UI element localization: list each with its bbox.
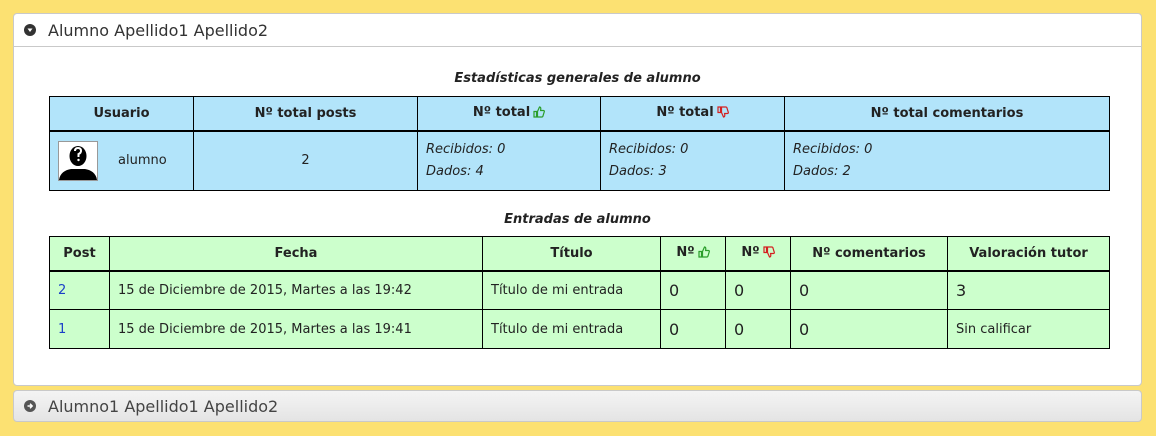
panel-header[interactable]: Alumno1 Apellido1 Apellido2 xyxy=(14,391,1141,421)
stats-caption: Estadísticas generales de alumno xyxy=(454,71,701,86)
entries-table: Post Fecha Título Nº Nº Nº comentarios V… xyxy=(49,236,1110,349)
header-fecha: Fecha xyxy=(109,236,483,272)
comentarios-cell: 0 xyxy=(790,270,948,310)
entries-caption: Entradas de alumno xyxy=(504,212,651,227)
header-total-comentarios: Nº total comentarios xyxy=(784,96,1110,132)
stats-table: Usuario Nº total posts Nº total Nº total… xyxy=(49,96,1110,191)
comentarios-cell: 0 xyxy=(790,309,948,349)
table-row: 2 15 de Diciembre de 2015, Martes a las … xyxy=(49,270,1110,310)
thumbs-up-icon xyxy=(698,246,710,262)
likes-cell: 0 xyxy=(660,270,726,310)
post-link[interactable]: 1 xyxy=(58,322,66,337)
panel-header[interactable]: Alumno Apellido1 Apellido2 xyxy=(14,14,1141,47)
header-total-posts: Nº total posts xyxy=(193,96,418,132)
collapse-arrow-down-icon[interactable] xyxy=(24,24,36,36)
valoracion-cell: Sin calificar xyxy=(947,309,1110,349)
student-panel-collapsed: Alumno1 Apellido1 Apellido2 xyxy=(13,390,1142,422)
dislikes-recibidos: Recibidos: 0 xyxy=(609,141,689,157)
titulo-cell: Título de mi entrada xyxy=(482,309,661,349)
header-post: Post xyxy=(49,236,110,272)
expand-arrow-right-icon[interactable] xyxy=(24,400,36,412)
student-panel-expanded: Alumno Apellido1 Apellido2 Estadísticas … xyxy=(13,13,1142,386)
total-posts-value: 2 xyxy=(193,130,418,191)
comments-stats: Recibidos: 0 Dados: 2 xyxy=(784,130,1110,191)
likes-stats: Recibidos: 0 Dados: 4 xyxy=(417,130,601,191)
likes-recibidos: Recibidos: 0 xyxy=(426,141,506,157)
thumbs-down-icon xyxy=(717,106,729,122)
fecha-cell: 15 de Diciembre de 2015, Martes a las 19… xyxy=(109,309,483,349)
user-cell: alumno xyxy=(49,130,194,191)
post-link[interactable]: 2 xyxy=(58,283,66,298)
header-total-dislikes: Nº total xyxy=(600,96,785,132)
valoracion-cell: 3 xyxy=(947,270,1110,310)
dislikes-dados: Dados: 3 xyxy=(609,163,667,179)
avatar xyxy=(58,140,98,181)
panel-title: Alumno Apellido1 Apellido2 xyxy=(48,20,269,40)
header-usuario: Usuario xyxy=(49,96,194,132)
header-likes: Nº xyxy=(660,236,726,272)
comments-dados: Dados: 2 xyxy=(793,163,851,179)
thumbs-up-icon xyxy=(533,106,546,122)
dislikes-cell: 0 xyxy=(725,270,791,310)
header-total-likes: Nº total xyxy=(417,96,601,132)
titulo-cell: Título de mi entrada xyxy=(482,270,661,310)
panel-title: Alumno1 Apellido1 Apellido2 xyxy=(48,396,279,416)
dislikes-stats: Recibidos: 0 Dados: 3 xyxy=(600,130,785,191)
header-dislikes: Nº xyxy=(725,236,791,272)
header-comentarios: Nº comentarios xyxy=(790,236,948,272)
stats-row: alumno 2 Recibidos: 0 Dados: 4 Recibidos… xyxy=(49,130,1110,191)
likes-cell: 0 xyxy=(660,309,726,349)
username: alumno xyxy=(118,153,167,169)
header-titulo: Título xyxy=(482,236,661,272)
table-row: 1 15 de Diciembre de 2015, Martes a las … xyxy=(49,309,1110,349)
fecha-cell: 15 de Diciembre de 2015, Martes a las 19… xyxy=(109,270,483,310)
comments-recibidos: Recibidos: 0 xyxy=(793,141,873,157)
likes-dados: Dados: 4 xyxy=(426,163,484,179)
dislikes-cell: 0 xyxy=(725,309,791,349)
post-cell: 2 xyxy=(49,270,110,310)
thumbs-down-icon xyxy=(763,246,775,262)
post-cell: 1 xyxy=(49,309,110,349)
header-valoracion: Valoración tutor xyxy=(947,236,1110,272)
